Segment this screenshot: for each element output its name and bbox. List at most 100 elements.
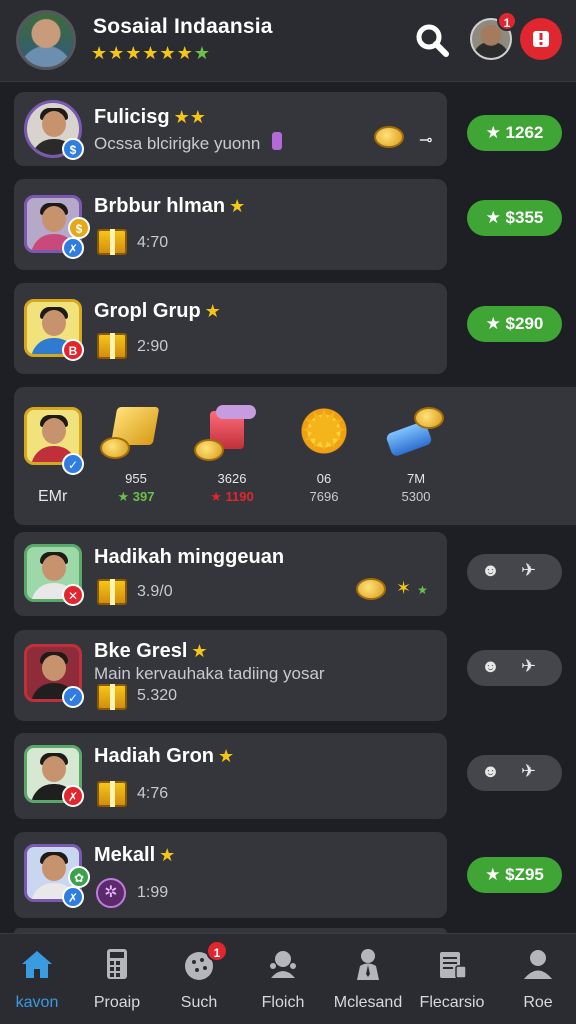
- action-pill[interactable]: ☻ ✈: [467, 755, 562, 791]
- app-avatar[interactable]: [16, 10, 76, 70]
- status-badge: ✓: [62, 686, 84, 708]
- leaf-badge-icon: ✿: [68, 866, 90, 888]
- item-name: Hadikah minggeuan: [94, 546, 285, 568]
- nav-item-profile[interactable]: Roe: [497, 934, 576, 1024]
- coin-icon: [356, 578, 386, 600]
- gift-icon: [97, 333, 127, 359]
- item-name: Gropl Grup ★: [94, 300, 221, 322]
- points-pill[interactable]: ★ $Z95: [467, 857, 562, 893]
- item-subtitle: Ocssa blcirigke yuonn: [94, 134, 261, 153]
- status-badge: ✗: [62, 886, 84, 908]
- potion-icon: [272, 132, 282, 150]
- points-pill[interactable]: ★ $290: [467, 306, 562, 342]
- item-name: Fulicisg ★★: [94, 106, 206, 128]
- nav-label: Such: [180, 994, 218, 1011]
- reward-amount: 955: [125, 471, 147, 486]
- list-item[interactable]: ✗ Hadiah Gron ★ 4:76: [14, 733, 447, 819]
- reward-value: ★ 1190: [210, 489, 254, 504]
- verified-badge-icon: ✓: [62, 453, 84, 475]
- chat-icon: [270, 951, 296, 978]
- item-name: Mekall ★: [94, 844, 176, 866]
- reward-value: 7696: [309, 489, 339, 504]
- scroll-icon[interactable]: [194, 405, 258, 461]
- search-icon[interactable]: [414, 22, 450, 58]
- item-name: Bke Gresl ★: [94, 640, 208, 662]
- status-badge: ✗: [62, 785, 84, 807]
- item-name: Hadiah Gron ★: [94, 745, 235, 767]
- nav-label: Mclesand: [333, 994, 403, 1011]
- nav-item-calculator[interactable]: Proaip: [76, 934, 158, 1024]
- action-pill[interactable]: ☻ ✈: [467, 554, 562, 590]
- item-value: 2:90: [137, 338, 169, 355]
- reward-value: ★ 397: [117, 489, 155, 504]
- home-icon: [22, 951, 52, 978]
- handshake-icon: ✈: [521, 761, 537, 781]
- coin-icon: [374, 126, 404, 148]
- sparkle-icon: ✶ ★: [396, 578, 428, 598]
- profile-icon: [524, 950, 552, 979]
- rewards-panel: ✓ EMr ✹ 955 ★ 397 3626 ★ 1190 06 7696 7M…: [14, 387, 576, 525]
- nav-label: Proaip: [93, 994, 141, 1011]
- rating-stars: ★★★★★★★: [91, 43, 211, 63]
- alert-button[interactable]: [520, 18, 562, 60]
- nav-label: Floich: [261, 994, 305, 1011]
- item-value: 3.9/0: [137, 583, 173, 600]
- list-item[interactable]: $ Fulicisg ★★ Ocssa blcirigke yuonn ⊸: [14, 92, 447, 166]
- person-icon: [357, 949, 379, 980]
- handshake-icon: ✈: [521, 656, 537, 676]
- points-pill[interactable]: ★ $355: [467, 200, 562, 236]
- gift-icon: [97, 684, 127, 710]
- list-item[interactable]: ✕ Hadikah minggeuan 3.9/0 ✶ ★: [14, 532, 447, 616]
- candy-icon: ✲: [96, 878, 126, 908]
- item-value: 4:76: [137, 785, 169, 802]
- nav-item-chat[interactable]: Floich: [242, 934, 324, 1024]
- app: Sosaial Indaansia ★★★★★★★ 1 $ Fulicisg ★★…: [0, 0, 576, 1024]
- reward-value: 5300: [401, 489, 431, 504]
- nav-label: Flecarsio: [419, 994, 485, 1011]
- key-icon: ⊸: [419, 132, 433, 149]
- rewards-user-label: EMr: [38, 488, 68, 505]
- list-item[interactable]: ✿ ✗ Mekall ★ ✲ 1:99: [14, 832, 447, 918]
- exclamation-icon: [533, 31, 549, 47]
- coin-badge-icon: $: [68, 217, 90, 239]
- item-value: 1:99: [137, 884, 169, 901]
- ticket-icon[interactable]: [384, 405, 450, 461]
- nav-label: Roe: [523, 994, 553, 1011]
- item-name: Brbbur hlman ★: [94, 195, 246, 217]
- nav-item-person[interactable]: Mclesand: [327, 934, 409, 1024]
- users-icon: ☻: [481, 761, 500, 781]
- nav-badge: 1: [206, 940, 228, 962]
- action-pill[interactable]: ☻ ✈: [467, 650, 562, 686]
- nav-label: kavon: [15, 994, 59, 1011]
- status-badge: B: [62, 339, 84, 361]
- sun-icon[interactable]: ✹: [294, 401, 358, 461]
- reward-amount: 06: [316, 471, 332, 486]
- handshake-icon: ✈: [521, 560, 537, 580]
- points-pill[interactable]: ★ 1262: [467, 115, 562, 151]
- gift-icon: [97, 229, 127, 255]
- header: Sosaial Indaansia ★★★★★★★ 1: [0, 0, 576, 82]
- item-value: 5.320: [137, 687, 178, 704]
- list-item[interactable]: B Gropl Grup ★ 2:90: [14, 283, 447, 374]
- nav-item-home[interactable]: kavon: [0, 934, 78, 1024]
- nav-item-search[interactable]: 1 Such: [158, 934, 240, 1024]
- list-item[interactable]: ✓ Bke Gresl ★ Main kervauhaka tadiing yos…: [14, 630, 447, 721]
- status-badge: $: [62, 138, 84, 160]
- nav-item-document[interactable]: Flecarsio: [411, 934, 493, 1024]
- document-icon: [440, 952, 467, 979]
- reward-amount: 7M: [406, 471, 426, 486]
- list-item[interactable]: $ ✗ Brbbur hlman ★ 4:70: [14, 179, 447, 270]
- reward-amount: 3626: [217, 471, 247, 486]
- item-value: 4:70: [137, 234, 169, 251]
- gold-bar-icon[interactable]: [100, 407, 160, 459]
- status-badge: ✕: [62, 584, 84, 606]
- half-star-icon: ★: [193, 43, 211, 63]
- page-title: Sosaial Indaansia: [93, 15, 273, 38]
- notification-badge: 1: [497, 11, 517, 31]
- gift-icon: [97, 579, 127, 605]
- status-badge: ✗: [62, 237, 84, 259]
- gift-icon: [97, 781, 127, 807]
- calculator-icon: [107, 949, 127, 979]
- users-icon: ☻: [481, 656, 500, 676]
- bottom-nav: kavon Proaip 1 Such Floich Mclesand Flec…: [0, 933, 576, 1024]
